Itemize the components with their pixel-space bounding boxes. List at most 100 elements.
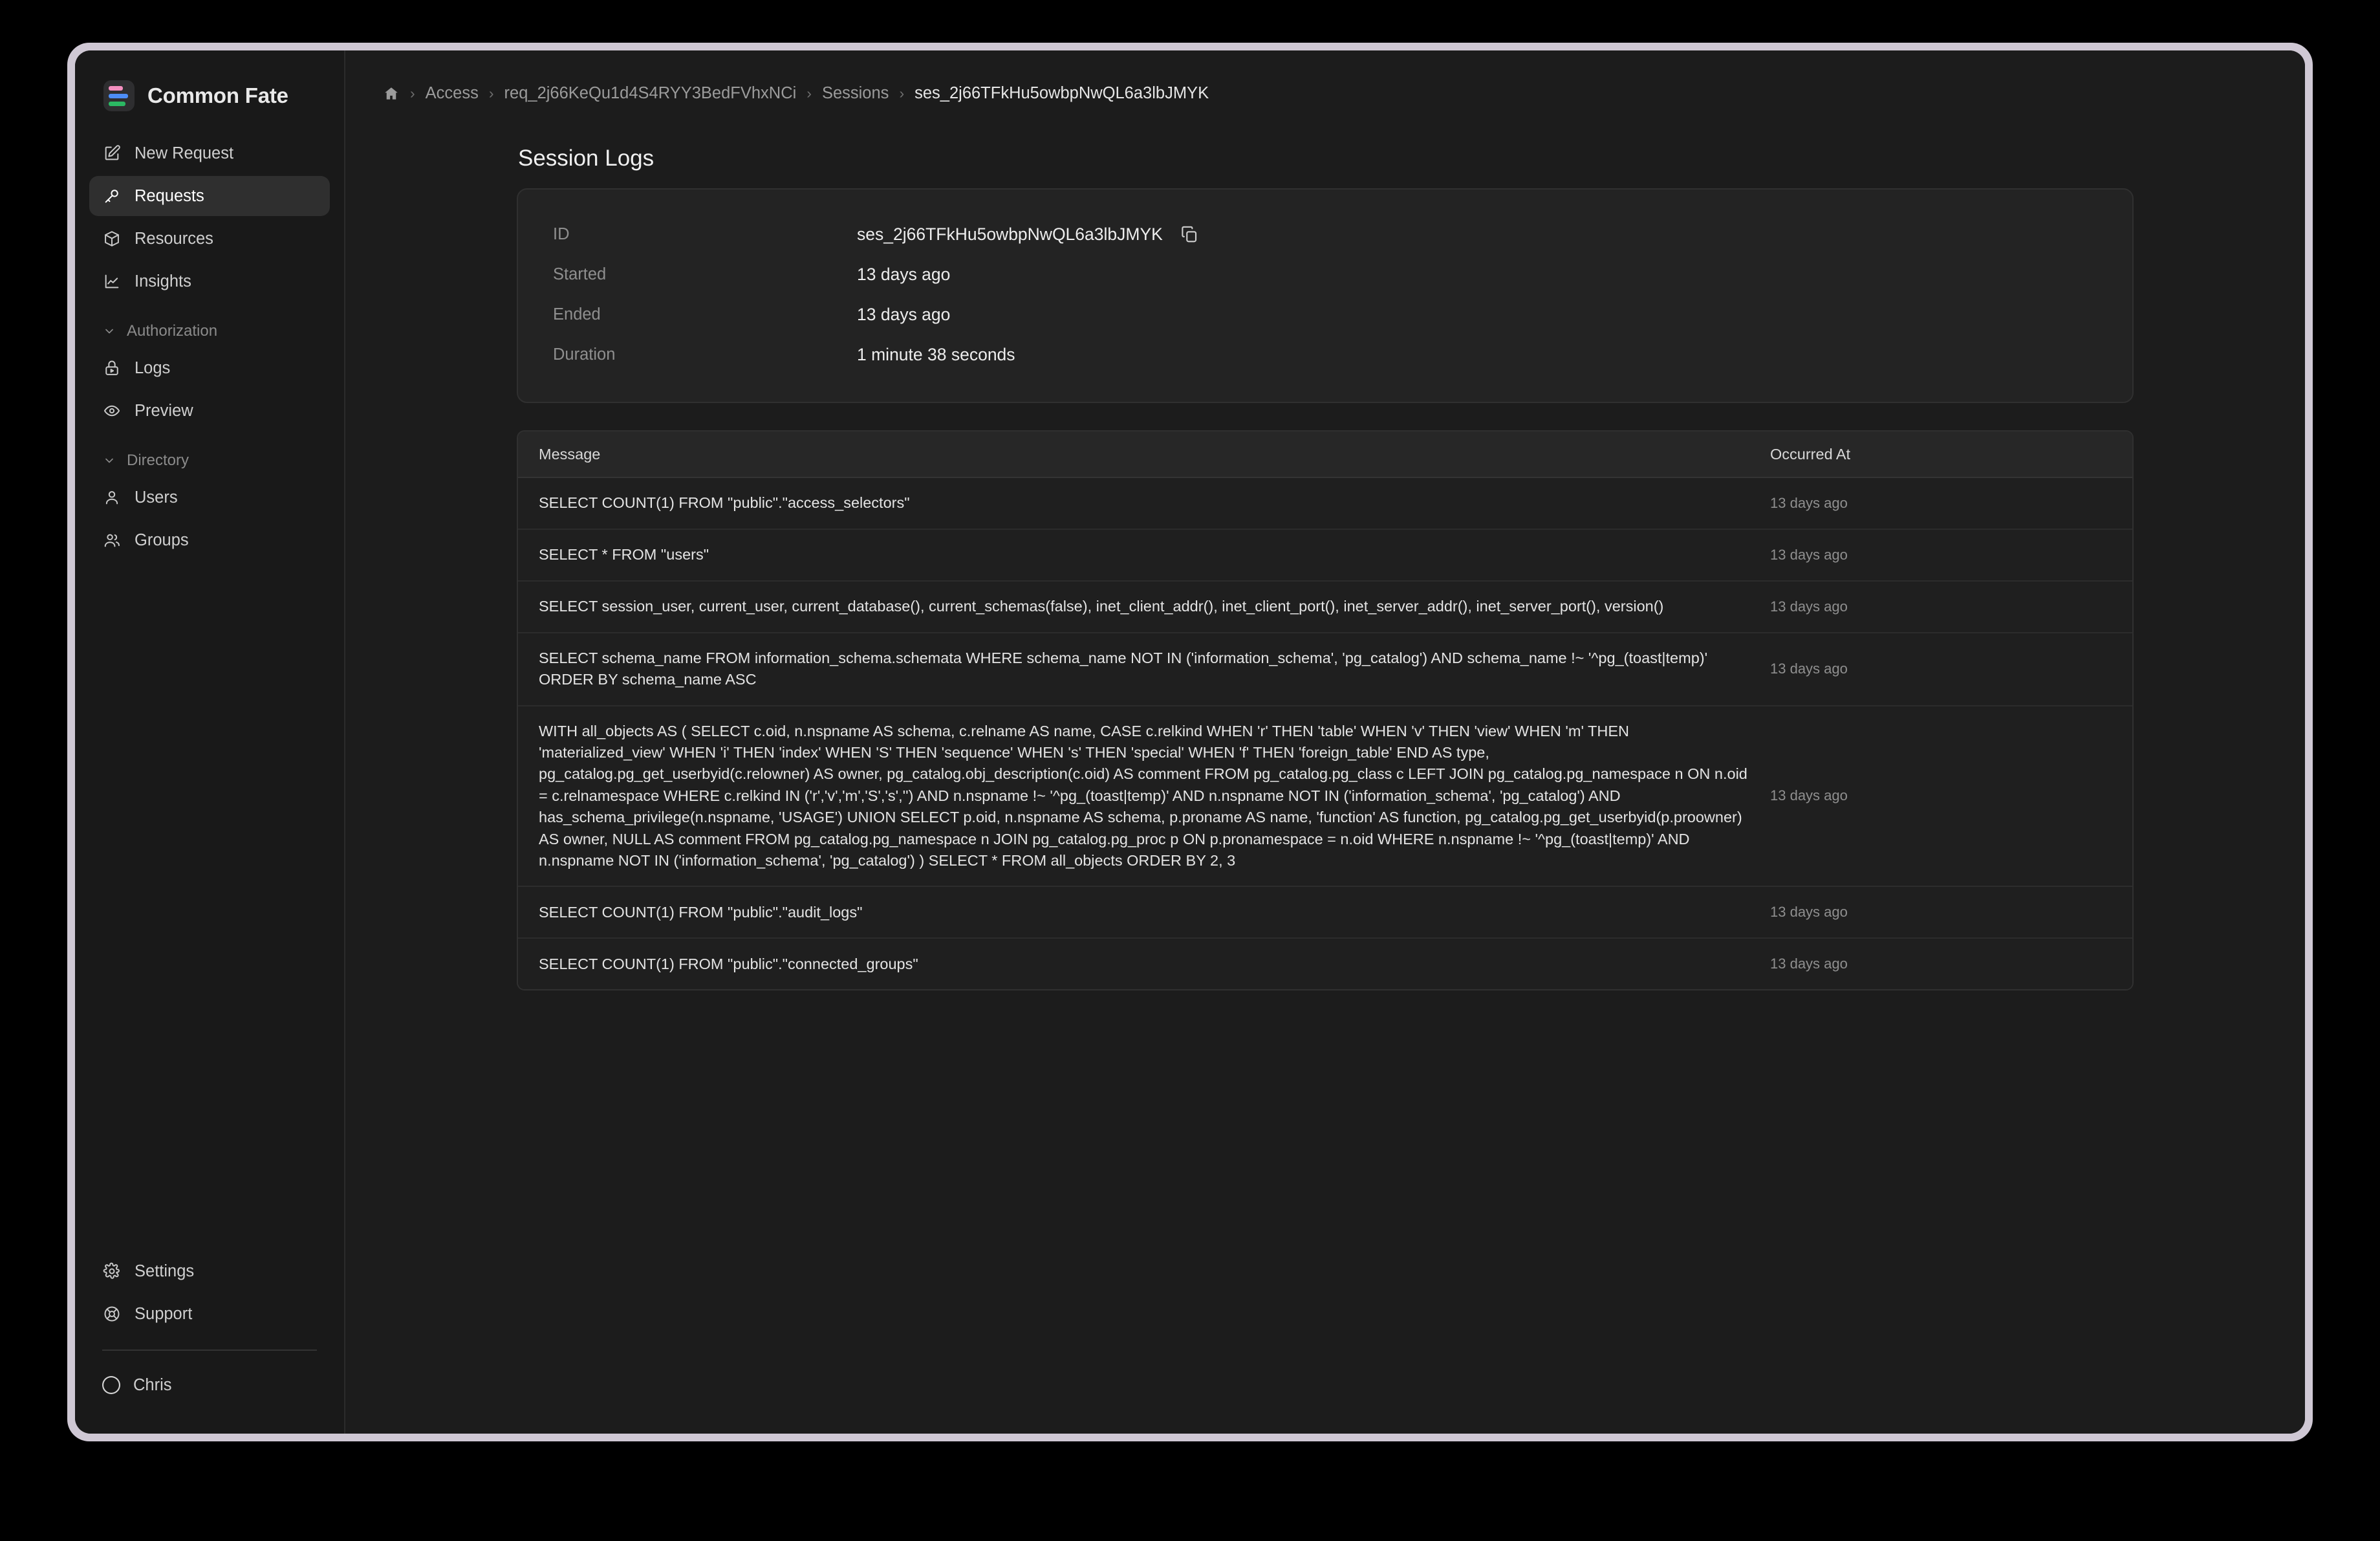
cell-message: SELECT session_user, current_user, curre… xyxy=(518,582,1766,631)
brand[interactable]: Common Fate xyxy=(75,50,344,133)
sidebar-item-support[interactable]: Support xyxy=(89,1294,330,1334)
sidebar-item-label: Preview xyxy=(135,402,193,421)
chevron-down-icon xyxy=(102,324,116,338)
info-value: 1 minute 38 seconds xyxy=(857,345,1015,365)
sidebar-group-label: Authorization xyxy=(127,322,217,340)
sidebar-divider xyxy=(102,1350,317,1351)
sidebar-bottom: Settings Support xyxy=(75,1251,344,1434)
breadcrumb-item-access[interactable]: Access xyxy=(426,84,479,103)
pencil-square-icon xyxy=(102,144,122,163)
avatar-icon xyxy=(102,1376,120,1394)
lock-play-icon xyxy=(102,358,122,378)
sidebar-item-requests[interactable]: Requests xyxy=(89,176,330,216)
table-row[interactable]: SELECT COUNT(1) FROM "public"."connected… xyxy=(518,939,2132,989)
sidebar-item-label: Settings xyxy=(135,1262,194,1281)
info-label: ID xyxy=(553,225,857,244)
sidebar-item-account[interactable]: Chris xyxy=(89,1365,330,1405)
cell-message: SELECT schema_name FROM information_sche… xyxy=(518,633,1766,705)
sidebar-item-groups[interactable]: Groups xyxy=(89,520,330,560)
breadcrumb-separator: › xyxy=(899,85,904,102)
info-label: Ended xyxy=(553,305,857,324)
brand-name: Common Fate xyxy=(147,83,288,108)
cell-occurred-at: 13 days ago xyxy=(1766,547,2132,563)
table-row[interactable]: SELECT session_user, current_user, curre… xyxy=(518,582,2132,633)
cell-occurred-at: 13 days ago xyxy=(1766,661,2132,677)
sidebar-spacer xyxy=(75,563,344,1251)
common-fate-logo-icon xyxy=(103,80,135,111)
info-value-wrapper: ses_2j66TFkHu5owbpNwQL6a3lbJMYK xyxy=(857,223,1200,245)
copy-icon[interactable] xyxy=(1178,223,1200,245)
info-row-started: Started 13 days ago xyxy=(553,254,2097,294)
cell-message: SELECT COUNT(1) FROM "public"."audit_log… xyxy=(518,888,1766,937)
lifebuoy-icon xyxy=(102,1304,122,1324)
account-label: Chris xyxy=(133,1376,172,1395)
cell-occurred-at: 13 days ago xyxy=(1766,598,2132,615)
cube-icon xyxy=(102,229,122,248)
sidebar-item-label: Logs xyxy=(135,359,170,378)
cell-message: SELECT COUNT(1) FROM "public"."access_se… xyxy=(518,478,1766,528)
cell-occurred-at: 13 days ago xyxy=(1766,787,2132,804)
users-icon xyxy=(102,530,122,550)
column-header-message: Message xyxy=(518,446,1766,463)
info-value: ses_2j66TFkHu5owbpNwQL6a3lbJMYK xyxy=(857,224,1163,245)
sidebar-item-label: Resources xyxy=(135,230,213,248)
sidebar-item-label: Requests xyxy=(135,187,204,206)
page-title: Session Logs xyxy=(517,146,2134,171)
key-icon xyxy=(102,186,122,206)
browser-window-frame: Common Fate New Request xyxy=(67,43,2313,1441)
info-row-duration: Duration 1 minute 38 seconds xyxy=(553,334,2097,375)
chevron-down-icon xyxy=(102,454,116,468)
cell-occurred-at: 13 days ago xyxy=(1766,904,2132,921)
cell-message: WITH all_objects AS ( SELECT c.oid, n.ns… xyxy=(518,706,1766,886)
sidebar-item-label: New Request xyxy=(135,144,233,163)
cell-message: SELECT COUNT(1) FROM "public"."connected… xyxy=(518,939,1766,989)
eye-icon xyxy=(102,401,122,421)
main-content: › Access › req_2j66KeQu1d4S4RYY3BedFVhxN… xyxy=(345,50,2305,1434)
table-row[interactable]: SELECT schema_name FROM information_sche… xyxy=(518,633,2132,706)
cell-occurred-at: 13 days ago xyxy=(1766,956,2132,972)
info-row-ended: Ended 13 days ago xyxy=(553,294,2097,334)
breadcrumb-item-request-id[interactable]: req_2j66KeQu1d4S4RYY3BedFVhxNCi xyxy=(504,84,797,103)
breadcrumb-item-session-id: ses_2j66TFkHu5owbpNwQL6a3lbJMYK xyxy=(914,84,1209,103)
info-value: 13 days ago xyxy=(857,305,950,325)
user-icon xyxy=(102,488,122,507)
sidebar-item-resources[interactable]: Resources xyxy=(89,219,330,259)
line-chart-icon xyxy=(102,272,122,291)
sidebar-item-logs[interactable]: Logs xyxy=(89,348,330,388)
session-log-table: Message Occurred At SELECT COUNT(1) FROM… xyxy=(517,430,2134,990)
sidebar-group-directory[interactable]: Directory xyxy=(89,433,330,477)
sidebar-item-insights[interactable]: Insights xyxy=(89,261,330,301)
info-row-id: ID ses_2j66TFkHu5owbpNwQL6a3lbJMYK xyxy=(553,214,2097,254)
table-row[interactable]: SELECT COUNT(1) FROM "public"."audit_log… xyxy=(518,887,2132,939)
info-label: Duration xyxy=(553,345,857,364)
app-shell: Common Fate New Request xyxy=(75,50,2305,1434)
table-row[interactable]: SELECT COUNT(1) FROM "public"."access_se… xyxy=(518,478,2132,530)
table-row[interactable]: SELECT * FROM "users" 13 days ago xyxy=(518,530,2132,582)
breadcrumb-separator: › xyxy=(410,85,415,102)
info-label: Started xyxy=(553,265,857,284)
breadcrumb-separator: › xyxy=(806,85,812,102)
cell-message: SELECT * FROM "users" xyxy=(518,530,1766,580)
primary-nav: New Request Requests xyxy=(75,133,344,563)
page-content: Session Logs ID ses_2j66TFkHu5owbpNwQL6a… xyxy=(517,103,2134,990)
sidebar-item-label: Insights xyxy=(135,272,191,291)
info-value: 13 days ago xyxy=(857,265,950,285)
gear-icon xyxy=(102,1262,122,1281)
cell-occurred-at: 13 days ago xyxy=(1766,495,2132,512)
sidebar-item-settings[interactable]: Settings xyxy=(89,1251,330,1291)
sidebar-item-label: Support xyxy=(135,1305,192,1324)
breadcrumb: › Access › req_2j66KeQu1d4S4RYY3BedFVhxN… xyxy=(345,50,2305,103)
breadcrumb-item-sessions[interactable]: Sessions xyxy=(822,84,889,103)
table-row[interactable]: WITH all_objects AS ( SELECT c.oid, n.ns… xyxy=(518,706,2132,888)
sidebar-item-label: Groups xyxy=(135,531,189,550)
home-icon[interactable] xyxy=(383,85,400,102)
sidebar-item-new-request[interactable]: New Request xyxy=(89,133,330,173)
sidebar-item-preview[interactable]: Preview xyxy=(89,391,330,431)
sidebar-group-label: Directory xyxy=(127,452,189,470)
sidebar-item-users[interactable]: Users xyxy=(89,477,330,518)
sidebar-group-authorization[interactable]: Authorization xyxy=(89,304,330,348)
sidebar: Common Fate New Request xyxy=(75,50,345,1434)
table-header-row: Message Occurred At xyxy=(518,432,2132,478)
breadcrumb-separator: › xyxy=(489,85,494,102)
session-info-card: ID ses_2j66TFkHu5owbpNwQL6a3lbJMYK xyxy=(517,188,2134,403)
